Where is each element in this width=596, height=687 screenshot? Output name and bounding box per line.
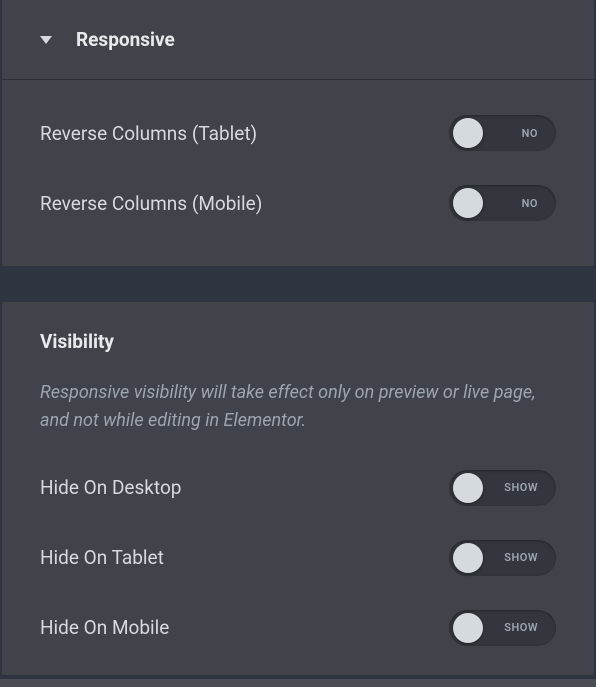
hide-on-tablet-label: Hide On Tablet — [40, 546, 164, 569]
toggle-state-text: NO — [522, 127, 538, 140]
toggle-state-text: SHOW — [504, 551, 538, 564]
hide-on-mobile-label: Hide On Mobile — [40, 616, 169, 639]
hide-on-desktop-row: Hide On Desktop SHOW — [40, 453, 556, 523]
hide-on-mobile-toggle[interactable]: SHOW — [449, 610, 556, 646]
reverse-columns-tablet-row: Reverse Columns (Tablet) NO — [40, 98, 556, 168]
toggle-state-text: NO — [522, 197, 538, 210]
hide-on-desktop-toggle[interactable]: SHOW — [449, 470, 556, 506]
visibility-title: Visibility — [40, 330, 556, 353]
toggle-knob — [453, 188, 483, 218]
hide-on-mobile-row: Hide On Mobile SHOW — [40, 593, 556, 663]
reverse-columns-mobile-row: Reverse Columns (Mobile) NO — [40, 168, 556, 238]
caret-down-icon — [40, 36, 52, 44]
reverse-columns-mobile-label: Reverse Columns (Mobile) — [40, 192, 262, 215]
hide-on-desktop-label: Hide On Desktop — [40, 476, 181, 499]
hide-on-tablet-toggle[interactable]: SHOW — [449, 540, 556, 576]
toggle-knob — [453, 613, 483, 643]
responsive-title: Responsive — [76, 28, 175, 51]
toggle-knob — [453, 118, 483, 148]
reverse-columns-mobile-toggle[interactable]: NO — [449, 185, 556, 221]
responsive-section-header[interactable]: Responsive — [2, 0, 594, 79]
toggle-knob — [453, 473, 483, 503]
toggle-state-text: SHOW — [504, 481, 538, 494]
bottom-bar — [0, 679, 596, 687]
visibility-note: Responsive visibility will take effect o… — [40, 379, 556, 435]
toggle-knob — [453, 543, 483, 573]
reverse-columns-tablet-toggle[interactable]: NO — [449, 115, 556, 151]
reverse-columns-tablet-label: Reverse Columns (Tablet) — [40, 122, 257, 145]
toggle-state-text: SHOW — [504, 621, 538, 634]
hide-on-tablet-row: Hide On Tablet SHOW — [40, 523, 556, 593]
